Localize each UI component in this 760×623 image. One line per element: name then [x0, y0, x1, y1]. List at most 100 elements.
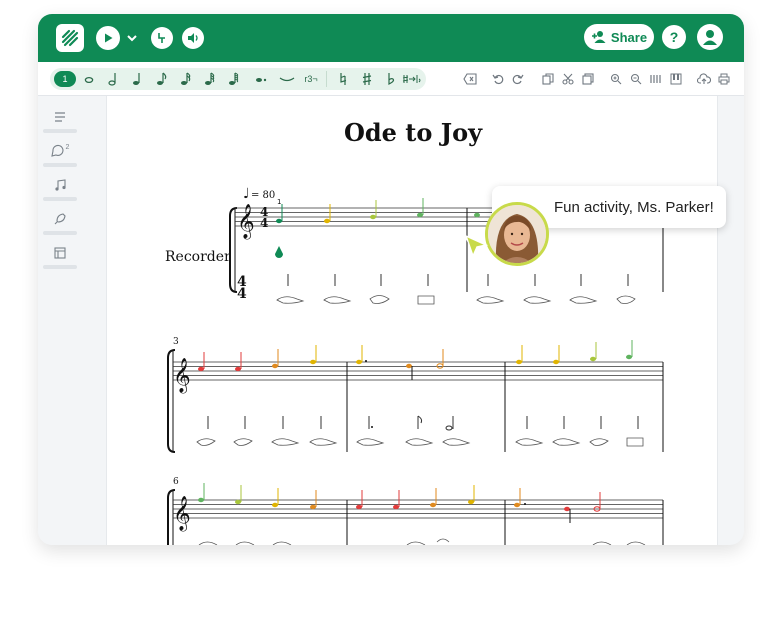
sidebar-item-bar — [43, 163, 77, 167]
dot — [524, 503, 526, 505]
cut-icon[interactable] — [561, 71, 575, 87]
enharmonic-icon[interactable] — [402, 71, 422, 87]
tempo-marking: = 80 — [251, 190, 275, 201]
note-head — [235, 366, 241, 372]
eighth-note-icon[interactable] — [154, 71, 168, 87]
sidebar-item-instruments[interactable] — [43, 176, 77, 201]
dot-icon[interactable] — [254, 71, 268, 87]
paste-icon[interactable] — [581, 71, 595, 87]
note-head — [356, 504, 362, 510]
half-note-head — [445, 425, 453, 431]
rhythm-stems-1 — [287, 274, 629, 286]
sixteenth-note-icon[interactable] — [178, 71, 192, 87]
note-head — [564, 506, 570, 512]
note-head — [370, 214, 376, 220]
speaker-icon — [188, 33, 198, 43]
treble-clef: 𝄞 — [173, 358, 191, 394]
piano-icon[interactable] — [669, 71, 683, 87]
share-button[interactable]: Share — [584, 24, 654, 50]
dot — [371, 426, 373, 428]
play-icon — [105, 33, 113, 43]
fingering-number: 1 — [277, 198, 281, 206]
treble-clef: 𝄞 — [237, 204, 255, 240]
zoom-out-icon[interactable] — [629, 71, 643, 87]
sidebar-item-bar — [43, 265, 77, 269]
page-view-icon[interactable] — [649, 71, 663, 87]
zoom-in-icon[interactable] — [609, 71, 623, 87]
eighth-flag — [417, 415, 423, 424]
time-sig-bottom: 4 — [260, 216, 268, 230]
score-page[interactable]: Ode to Joy ♩ = 80 Recorder 𝄞 4 4 1 4 4 3… — [106, 96, 718, 545]
system-2: 3 𝄞 — [167, 337, 664, 453]
sidebar-item-comments[interactable]: 2 — [43, 142, 77, 167]
note-head — [626, 354, 632, 360]
note-head — [474, 212, 480, 218]
sidebar-item-bar — [43, 231, 77, 235]
add-person-icon — [591, 31, 606, 43]
note-head — [514, 502, 520, 508]
natural-icon[interactable] — [336, 71, 350, 87]
cloud-upload-icon[interactable] — [697, 71, 711, 87]
pointer-cursor-icon — [464, 234, 490, 265]
top-bar: Share ? — [38, 14, 744, 62]
system-bracket — [229, 207, 238, 293]
system-3: 6 𝄞 — [167, 477, 664, 545]
half-note-icon[interactable] — [106, 71, 120, 87]
tuplet-icon[interactable]: r3¬ — [300, 71, 322, 87]
score-canvas: ♩ = 80 Recorder 𝄞 4 4 1 4 4 3 𝄞 6 𝄞 — [165, 186, 664, 545]
flat-icon[interactable] — [384, 71, 398, 87]
whole-note-icon[interactable] — [82, 71, 96, 87]
instrument-name: Recorder — [165, 249, 231, 265]
volume-button[interactable] — [182, 27, 204, 49]
staff-lines-2 — [173, 361, 663, 381]
rocket-icon — [43, 210, 77, 228]
sixty-fourth-note-icon[interactable] — [226, 71, 240, 87]
measure-number: 6 — [173, 477, 179, 487]
logo-icon[interactable] — [56, 24, 84, 52]
playback-menu-button[interactable] — [126, 31, 138, 49]
staff-lines-3 — [173, 499, 663, 519]
note-head — [553, 359, 559, 365]
note-drop-marker — [275, 246, 283, 258]
student-photo — [488, 205, 546, 263]
comment-icon: 2 — [43, 142, 77, 160]
hand-signs-1 — [276, 295, 636, 305]
note-head — [272, 363, 278, 369]
copy-icon[interactable] — [541, 71, 555, 87]
palette-divider — [326, 71, 327, 87]
note-head — [272, 502, 278, 508]
thirty-second-note-icon[interactable] — [202, 71, 216, 87]
undo-icon[interactable] — [491, 71, 505, 87]
tuning-button[interactable] — [151, 27, 173, 49]
note-head — [310, 359, 316, 365]
tie-icon[interactable] — [278, 71, 296, 87]
note-head — [324, 218, 330, 224]
account-button[interactable] — [697, 24, 723, 50]
notation-toolbar: 1 r3¬ — [38, 62, 744, 96]
time-sig-bottom-lower: 4 — [237, 286, 247, 302]
note-head — [393, 504, 399, 510]
play-button[interactable] — [96, 26, 120, 50]
note-palette: 1 r3¬ — [50, 68, 426, 90]
tuning-icon — [158, 33, 165, 43]
help-button[interactable]: ? — [662, 25, 686, 49]
avatar[interactable] — [485, 202, 549, 266]
redo-icon[interactable] — [511, 71, 525, 87]
delete-icon[interactable] — [463, 71, 477, 87]
print-icon[interactable] — [717, 71, 731, 87]
dot — [365, 360, 367, 362]
note-head — [198, 366, 204, 372]
voice-selector[interactable]: 1 — [54, 71, 76, 87]
sidebar-item-assignments[interactable] — [43, 210, 77, 235]
sidebar-item-menu[interactable] — [43, 108, 77, 133]
sidebar-item-layout[interactable] — [43, 244, 77, 269]
treble-clef: 𝄞 — [173, 496, 191, 532]
note-head — [356, 359, 362, 365]
comment-count: 2 — [65, 143, 70, 151]
sharp-icon[interactable] — [360, 71, 374, 87]
note-head — [417, 212, 423, 218]
sidebar-item-bar — [43, 197, 77, 201]
quarter-note-icon[interactable] — [130, 71, 144, 87]
tuplet-label: r3¬ — [304, 74, 318, 84]
app-window: Share ? 1 r3¬ 2 Ode to Joy ♩ = 80 Record… — [38, 14, 744, 545]
